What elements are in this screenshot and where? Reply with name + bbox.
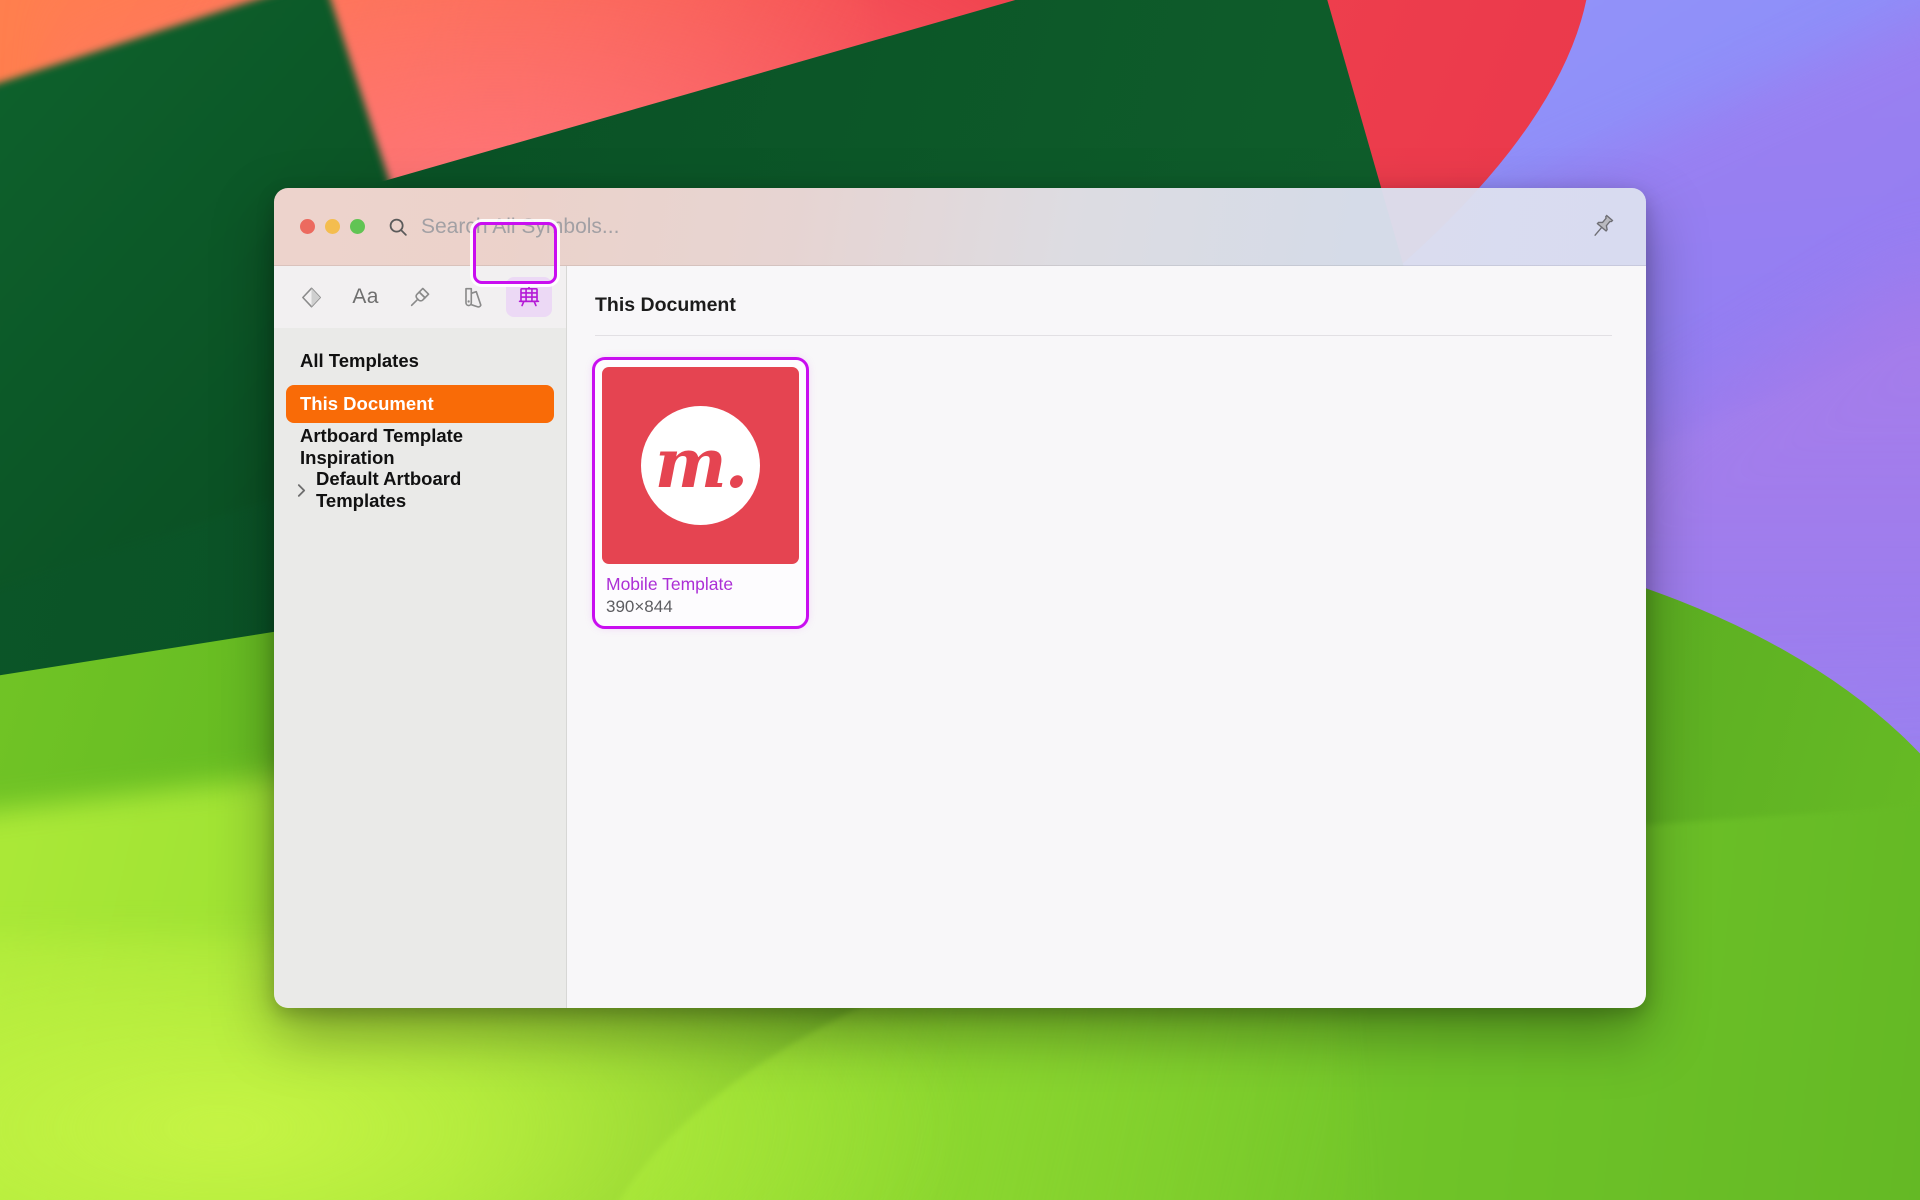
template-card[interactable]: m. Mobile Template 390×844 [592, 357, 809, 629]
maximize-button[interactable] [350, 219, 365, 234]
template-card-grid: m. Mobile Template 390×844 [592, 357, 1612, 629]
sidebar-item-label: All Templates [300, 350, 419, 371]
minimize-button[interactable] [325, 219, 340, 234]
tab-color-variables[interactable] [451, 277, 497, 317]
sidebar-item-label: Artboard Template Inspiration [300, 425, 464, 468]
pushpin-icon [1594, 214, 1614, 236]
logo-glyph: m. [654, 423, 749, 504]
logo-circle: m. [641, 406, 760, 525]
template-card-title: Mobile Template [606, 574, 734, 594]
sidebar-item-label: Default Artboard Templates [316, 468, 462, 511]
tab-templates[interactable] [505, 277, 552, 317]
pin-panel-button[interactable] [1572, 212, 1632, 242]
sidebar: Aa All Templates This Document Artboard … [274, 266, 567, 1008]
diamond-icon [301, 287, 321, 307]
window-titlebar [274, 188, 1646, 266]
sidebar-item-artboard-template-inspiration[interactable]: Artboard Template Inspiration [286, 425, 554, 468]
symbols-panel-window: Aa [274, 188, 1646, 1008]
artboard-icon [518, 286, 539, 307]
template-card-size: 390×844 [606, 597, 673, 616]
tab-symbols[interactable] [288, 277, 334, 317]
close-button[interactable] [300, 219, 315, 234]
search-icon [389, 218, 407, 236]
search-bar [365, 214, 1572, 239]
content-divider [595, 335, 1612, 336]
chevron-right-icon[interactable] [286, 483, 316, 498]
tab-text-styles[interactable]: Aa [343, 277, 389, 317]
sidebar-item-this-document[interactable]: This Document [286, 385, 554, 423]
color-swatch-icon [465, 287, 482, 308]
traffic-light-group [274, 219, 365, 234]
window-body: Aa All Templates This Document Artboard … [274, 266, 1646, 1008]
content-pane: This Document m. Mobile Template 390×844 [567, 266, 1646, 1008]
sidebar-item-default-artboard-templates[interactable]: Default Artboard Templates [286, 468, 554, 511]
sidebar-item-all-templates[interactable]: All Templates [286, 342, 554, 380]
tab-layer-styles[interactable] [397, 277, 443, 317]
sidebar-tabbar: Aa [274, 266, 566, 328]
sidebar-item-label: This Document [300, 393, 434, 414]
content-title: This Document [595, 294, 736, 316]
sidebar-item-list: All Templates This Document Artboard Tem… [274, 328, 566, 1008]
paintbrush-icon [410, 287, 430, 307]
search-input[interactable] [421, 214, 1572, 239]
tab-text-styles-label: Aa [352, 285, 379, 308]
template-thumbnail: m. [602, 367, 799, 564]
